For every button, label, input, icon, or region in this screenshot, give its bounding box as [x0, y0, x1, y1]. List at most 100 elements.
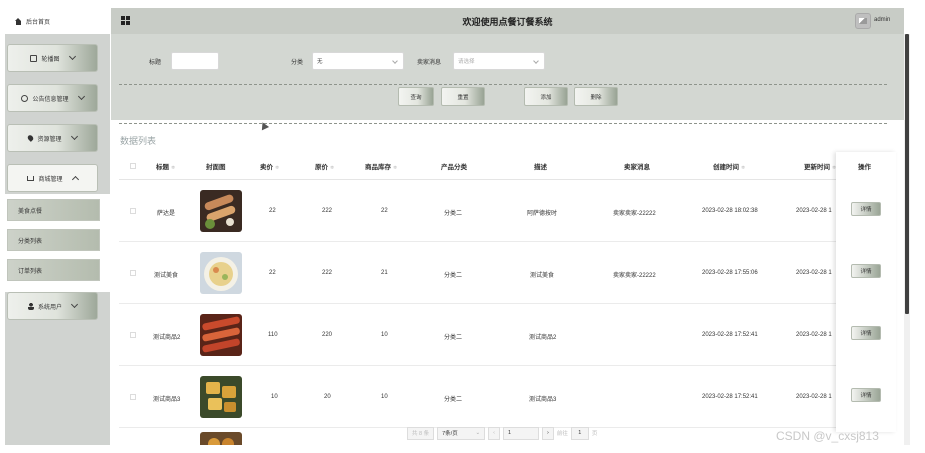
chevron-down-icon [70, 132, 78, 141]
select-all-checkbox[interactable] [130, 163, 136, 169]
col-header: 标题 ≑ [156, 164, 176, 171]
seller-select[interactable]: 请选择 [453, 52, 545, 70]
row-checkbox[interactable] [130, 270, 136, 276]
cell-description: 阿萨德按时 [527, 211, 558, 217]
table-row: 测试商品3 10 20 10 分类二 测试商品3 2023-02-28 17:5… [119, 366, 896, 428]
home-label: 后台首页 [26, 19, 51, 26]
menu-system-users[interactable]: 系统用户 [7, 292, 98, 320]
col-header: 产品分类 [441, 164, 467, 171]
goto-input[interactable]: 1 [570, 426, 589, 440]
next-page-button[interactable]: › [541, 426, 554, 440]
cell-updated: 2023-02-28 1 [796, 270, 832, 276]
delete-button[interactable]: 删除 [574, 87, 618, 106]
page-number[interactable]: 1 [502, 426, 539, 440]
col-header: 卖家消息 [624, 164, 650, 171]
sidebar: 后台首页 轮播图 公告信息管理 资源管理 商城管理 美食点餐 分类列表 订单列表… [5, 8, 110, 445]
cell-category: 分类二 [444, 335, 463, 341]
submenu-category-list[interactable]: 分类列表 [7, 229, 100, 251]
col-header-actions: 操作 [858, 164, 871, 171]
cell-created: 2023-02-28 17:52:41 [702, 394, 758, 400]
seller-label: 卖家消息 [417, 60, 442, 66]
add-button[interactable]: 添加 [524, 87, 568, 106]
scrollbar-thumb[interactable] [905, 34, 909, 314]
cell-price: 22 [269, 208, 276, 214]
vertical-scrollbar[interactable] [904, 34, 910, 445]
menu-label: 商城管理 [38, 176, 63, 183]
goto-suffix: 页 [591, 431, 598, 437]
col-header: 描述 [534, 164, 547, 171]
goto-label: 前往 [556, 431, 568, 437]
home-link[interactable]: 后台首页 [5, 8, 110, 34]
section-title: 数据列表 [120, 136, 157, 146]
detail-button[interactable]: 详情 [851, 326, 881, 340]
cell-stock: 21 [381, 270, 388, 276]
username[interactable]: admin [874, 17, 890, 23]
divider [119, 84, 887, 85]
submenu-label: 分类列表 [18, 238, 43, 245]
search-panel: 标题 分类 无 卖家消息 请选择 查询 重置 添加 删除 [111, 34, 904, 120]
menu-announcements[interactable]: 公告信息管理 [7, 84, 98, 112]
avatar[interactable] [855, 13, 871, 29]
col-header: 封面图 [206, 164, 226, 171]
chevron-down-icon [77, 92, 85, 101]
cell-original-price: 20 [324, 394, 331, 400]
page-title: 欢迎使用点餐订餐系统 [462, 17, 553, 27]
menu-resources[interactable]: 资源管理 [7, 124, 98, 152]
menu-carousel[interactable]: 轮播图 [7, 44, 98, 72]
cell-stock: 10 [381, 332, 388, 338]
cart-icon [27, 175, 35, 181]
row-checkbox[interactable] [130, 394, 136, 400]
actions-column: 操作 详情 详情 详情 详情 [836, 152, 896, 432]
cell-original-price: 220 [322, 332, 333, 338]
table-header: 标题 ≑ 封面图 卖价 ≑ 原价 ≑ 商品库存 ≑ 产品分类 描述 卖家消息 创建时间 ≑… [119, 152, 896, 180]
watermark-text: CSDN @v_cxsj813 [776, 429, 879, 443]
cell-updated: 2023-02-28 1 [796, 394, 832, 400]
table-row: 测试商品2 110 220 10 分类二 测试商品2 2023-02-28 17… [119, 304, 896, 366]
page-size-select[interactable]: 7条/页 ⌄ [437, 426, 486, 440]
cell-description: 测试商品2 [529, 335, 557, 341]
reset-button[interactable]: 重置 [441, 87, 485, 106]
menu-mall[interactable]: 商城管理 [7, 164, 98, 192]
menu-label: 资源管理 [37, 136, 62, 143]
submenu-label: 美食点餐 [18, 208, 43, 215]
cell-updated: 2023-02-28 1 [796, 332, 832, 338]
cell-created: 2023-02-28 17:52:41 [702, 332, 758, 338]
food-image [200, 190, 242, 232]
chevron-down-icon [533, 58, 539, 64]
category-label: 分类 [291, 60, 304, 66]
chevron-down-icon [68, 52, 76, 61]
col-header: 商品库存 ≑ [365, 164, 398, 171]
row-checkbox[interactable] [130, 208, 136, 214]
home-icon [15, 17, 22, 25]
cell-updated: 2023-02-28 1 [796, 208, 832, 214]
cell-stock: 22 [381, 208, 388, 214]
info-icon [21, 94, 29, 102]
detail-button[interactable]: 详情 [851, 264, 881, 278]
col-header: 卖价 ≑ [260, 164, 280, 171]
cell-category: 分类二 [444, 273, 463, 279]
menu-label: 系统用户 [37, 304, 62, 311]
food-image [200, 314, 242, 356]
submenu-food-order[interactable]: 美食点餐 [7, 199, 100, 221]
category-select[interactable]: 无 [312, 52, 404, 70]
detail-button[interactable]: 详情 [851, 202, 881, 216]
cell-title: 测试商品3 [153, 397, 181, 403]
cell-title: 萨达是 [157, 211, 176, 217]
prev-page-button[interactable]: ‹ [488, 426, 500, 440]
cell-price: 22 [269, 270, 276, 276]
title-label: 标题 [149, 60, 162, 66]
title-input[interactable] [171, 52, 219, 70]
detail-button[interactable]: 详情 [851, 388, 881, 402]
cell-description: 测试美食 [530, 273, 555, 279]
cell-seller: 卖家卖家-22222 [613, 273, 656, 279]
menu-label: 公告信息管理 [32, 96, 69, 103]
table-row: 测试美食 22 222 21 分类二 测试美食 卖家卖家-22222 2023-… [119, 242, 896, 304]
row-checkbox[interactable] [130, 332, 136, 338]
col-header: 更新时间 ≑ [804, 164, 837, 171]
submenu-order-list[interactable]: 订单列表 [7, 259, 100, 281]
query-button[interactable]: 查询 [398, 87, 434, 106]
top-header: 欢迎使用点餐订餐系统 admin [111, 8, 904, 34]
cell-seller: 卖家卖家-22222 [613, 211, 656, 217]
divider [119, 123, 887, 124]
cell-price: 10 [271, 394, 278, 400]
